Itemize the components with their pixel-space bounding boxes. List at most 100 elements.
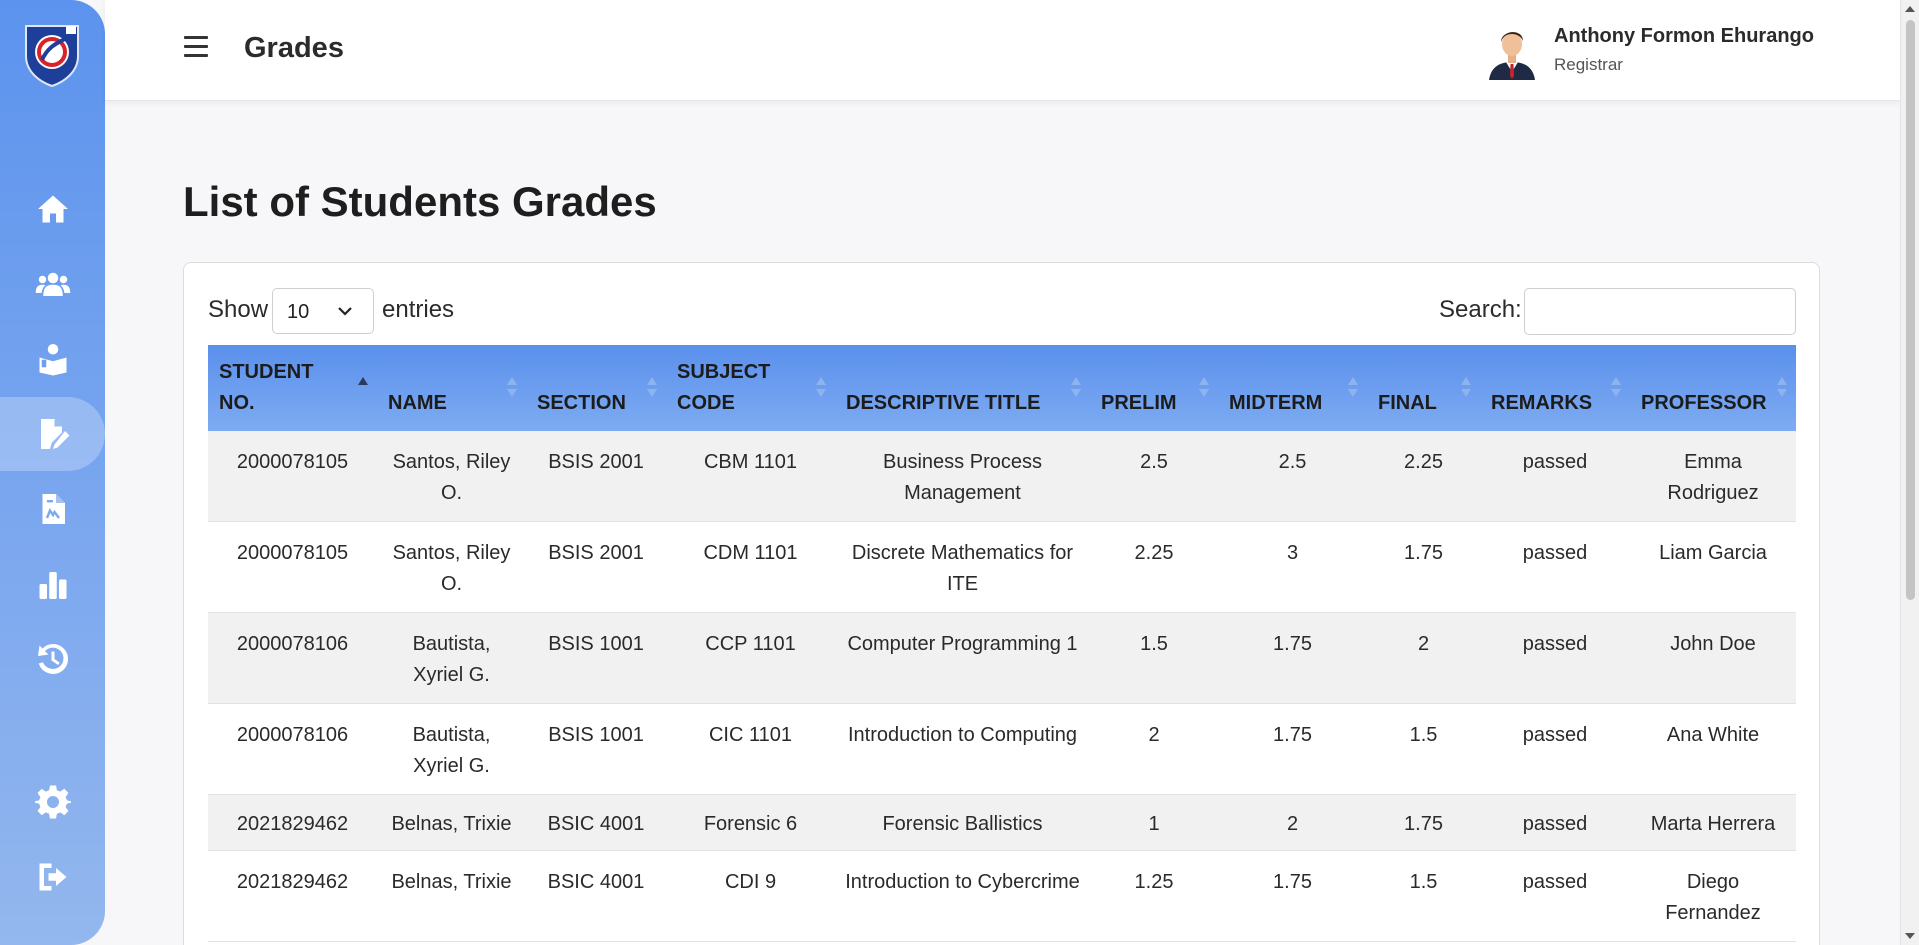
column-header-label: SECTION bbox=[537, 392, 626, 414]
column-header-label: MIDTERM bbox=[1229, 392, 1323, 414]
sort-icon bbox=[1198, 375, 1210, 401]
cell-professor: Ana White bbox=[1630, 703, 1796, 795]
cell-final: 1.75 bbox=[1367, 521, 1480, 613]
sort-icon bbox=[815, 375, 827, 401]
table-row: 2000078105 Santos, Riley O. BSIS 2001 CD… bbox=[208, 521, 1796, 613]
cell-subject-code: CDI 9 bbox=[666, 850, 835, 942]
scroll-up-arrow-icon[interactable] bbox=[1905, 6, 1915, 12]
column-header-midterm[interactable]: MIDTERM bbox=[1218, 345, 1367, 431]
column-header-descriptive-title[interactable]: DESCRIPTIVE TITLE bbox=[835, 345, 1090, 431]
sidebar-item-analytics[interactable] bbox=[0, 547, 105, 621]
cell-subject-code: CBM 1101 bbox=[666, 431, 835, 522]
cell-section: BSIS 2001 bbox=[526, 521, 666, 613]
cell-midterm: 2 bbox=[1218, 794, 1367, 851]
sort-icon bbox=[1460, 375, 1472, 401]
sidebar-item-history[interactable] bbox=[0, 622, 105, 696]
sort-asc-icon bbox=[357, 375, 369, 401]
sidebar-item-reports[interactable] bbox=[0, 472, 105, 546]
list-heading: List of Students Grades bbox=[183, 178, 657, 225]
search-input[interactable] bbox=[1524, 288, 1796, 335]
grades-table: STUDENT NO. NAME SECTION SUBJECT CODE DE… bbox=[208, 345, 1796, 942]
cell-name: Belnas, Trixie bbox=[377, 794, 526, 851]
page-title: Grades bbox=[244, 32, 344, 64]
column-header-label: STUDENT NO. bbox=[219, 361, 314, 414]
page-scrollbar[interactable] bbox=[1900, 0, 1919, 945]
cell-subject-code: CDM 1101 bbox=[666, 521, 835, 613]
cell-student-no: 2000078105 bbox=[208, 521, 377, 613]
student-icon bbox=[39, 344, 66, 376]
column-header-label: REMARKS bbox=[1491, 392, 1593, 414]
history-icon bbox=[37, 643, 68, 674]
column-header-subject-code[interactable]: SUBJECT CODE bbox=[666, 345, 835, 431]
chevron-down-icon bbox=[338, 307, 352, 316]
cell-descriptive-title: Computer Programming 1 bbox=[835, 612, 1090, 704]
cell-final: 2 bbox=[1367, 612, 1480, 704]
sidebar-item-settings[interactable] bbox=[0, 765, 105, 839]
cell-student-no: 2021829462 bbox=[208, 794, 377, 851]
column-header-final[interactable]: FINAL bbox=[1367, 345, 1480, 431]
sidebar-item-logout[interactable] bbox=[0, 840, 105, 914]
column-header-student-no[interactable]: STUDENT NO. bbox=[208, 345, 377, 431]
cell-prelim: 1.5 bbox=[1090, 612, 1218, 704]
cell-subject-code: CCP 1101 bbox=[666, 612, 835, 704]
top-header: Grades Anthony Formon Ehurango Registrar bbox=[105, 0, 1900, 101]
cell-prelim: 2.5 bbox=[1090, 431, 1218, 522]
scrollbar-thumb[interactable] bbox=[1906, 20, 1915, 600]
sort-icon bbox=[1347, 375, 1359, 401]
user-role: Registrar bbox=[1554, 55, 1623, 74]
grades-edit-icon bbox=[40, 419, 69, 449]
cell-name: Santos, Riley O. bbox=[377, 431, 526, 522]
cell-final: 2.25 bbox=[1367, 431, 1480, 522]
grades-card: Show 10 entries Search: STUDENT NO. NAME… bbox=[183, 262, 1820, 945]
cell-descriptive-title: Discrete Mathematics for ITE bbox=[835, 521, 1090, 613]
cell-subject-code: CIC 1101 bbox=[666, 703, 835, 795]
cell-section: BSIS 2001 bbox=[526, 431, 666, 522]
sidebar-item-grades[interactable] bbox=[0, 397, 105, 471]
cell-descriptive-title: Introduction to Computing bbox=[835, 703, 1090, 795]
sort-icon bbox=[506, 375, 518, 401]
college-logo bbox=[25, 25, 79, 88]
cell-student-no: 2000078106 bbox=[208, 703, 377, 795]
cell-professor: Marta Herrera bbox=[1630, 794, 1796, 851]
cell-final: 1.75 bbox=[1367, 794, 1480, 851]
column-header-professor[interactable]: PROFESSOR bbox=[1630, 345, 1796, 431]
cell-name: Belnas, Trixie bbox=[377, 850, 526, 942]
column-header-name[interactable]: NAME bbox=[377, 345, 526, 431]
cell-midterm: 1.75 bbox=[1218, 850, 1367, 942]
column-header-remarks[interactable]: REMARKS bbox=[1480, 345, 1630, 431]
cell-professor: Liam Garcia bbox=[1630, 521, 1796, 613]
cell-prelim: 1.25 bbox=[1090, 850, 1218, 942]
cell-section: BSIS 1001 bbox=[526, 703, 666, 795]
cell-midterm: 2.5 bbox=[1218, 431, 1367, 522]
cell-remarks: passed bbox=[1480, 612, 1630, 704]
cell-student-no: 2000078106 bbox=[208, 612, 377, 704]
cell-remarks: passed bbox=[1480, 850, 1630, 942]
cell-section: BSIC 4001 bbox=[526, 794, 666, 851]
logout-icon bbox=[39, 863, 66, 891]
gear-icon bbox=[34, 785, 71, 819]
column-header-prelim[interactable]: PRELIM bbox=[1090, 345, 1218, 431]
cell-section: BSIS 1001 bbox=[526, 612, 666, 704]
cell-remarks: passed bbox=[1480, 521, 1630, 613]
column-header-label: PRELIM bbox=[1101, 392, 1177, 414]
sort-icon bbox=[1776, 375, 1788, 401]
entries-value: 10 bbox=[287, 301, 310, 323]
sort-icon bbox=[1610, 375, 1622, 401]
cell-descriptive-title: Forensic Ballistics bbox=[835, 794, 1090, 851]
column-header-section[interactable]: SECTION bbox=[526, 345, 666, 431]
sidebar-item-users[interactable] bbox=[0, 247, 105, 321]
search-label: Search: bbox=[1439, 296, 1522, 323]
avatar[interactable] bbox=[1483, 22, 1541, 80]
sidebar-item-home[interactable] bbox=[0, 172, 105, 246]
user-name[interactable]: Anthony Formon Ehurango bbox=[1554, 25, 1814, 48]
sidebar-item-students[interactable] bbox=[0, 322, 105, 396]
cell-midterm: 1.75 bbox=[1218, 612, 1367, 704]
entries-select[interactable]: 10 bbox=[272, 288, 374, 334]
cell-prelim: 1 bbox=[1090, 794, 1218, 851]
cell-subject-code: Forensic 6 bbox=[666, 794, 835, 851]
scroll-down-arrow-icon[interactable] bbox=[1905, 933, 1915, 939]
column-header-label: SUBJECT CODE bbox=[677, 361, 771, 414]
menu-toggle-icon[interactable] bbox=[184, 36, 208, 60]
sort-icon bbox=[1070, 375, 1082, 401]
users-icon bbox=[35, 272, 70, 296]
